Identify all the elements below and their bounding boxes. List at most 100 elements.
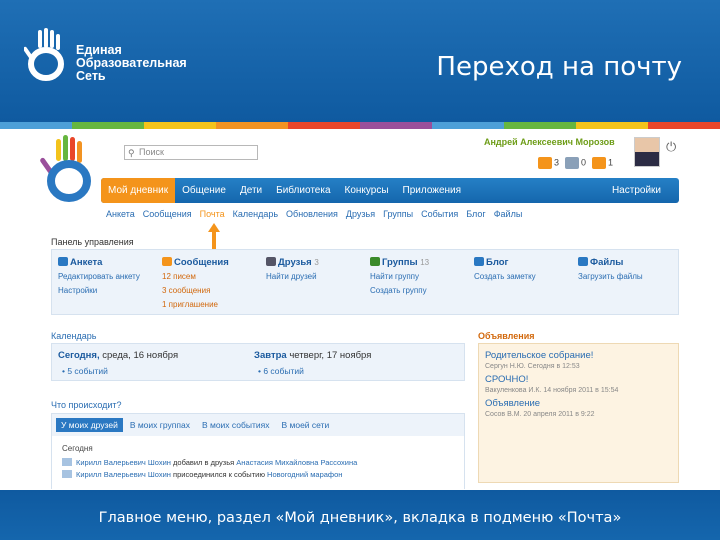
tab-groups-activity[interactable]: В моих группах	[125, 418, 195, 432]
feed-target-link[interactable]: Анастасия Михайловна Рассохина	[236, 458, 357, 467]
hand-logo-icon	[24, 28, 64, 81]
tab-friends-activity[interactable]: У моих друзей	[56, 418, 123, 432]
panel-title: Панель управления	[51, 237, 134, 247]
panel-profile-title[interactable]: Анкета	[70, 257, 102, 268]
feed-action: присоединился к событию	[173, 470, 265, 479]
search-placeholder: Поиск	[139, 147, 164, 157]
today-label[interactable]: Сегодня,	[58, 350, 100, 361]
create-note-link[interactable]: Создать заметку	[474, 270, 568, 284]
upload-files-link[interactable]: Загрузить файлы	[578, 270, 672, 284]
feed-target-link[interactable]: Новогодний марафон	[267, 470, 342, 479]
subnav-groups[interactable]: Группы	[383, 209, 413, 219]
nav-children[interactable]: Дети	[233, 178, 269, 203]
color-strip	[0, 122, 720, 129]
tab-events-activity[interactable]: В моих событиях	[197, 418, 275, 432]
settings-link[interactable]: Настройки	[58, 284, 152, 298]
find-group-link[interactable]: Найти группу	[370, 270, 464, 284]
calendar-tomorrow: Завтра четверг, 17 ноября	[254, 350, 371, 361]
slide-caption: Главное меню, раздел «Мой дневник», вкла…	[98, 510, 622, 526]
notification-counters: 3 0 1	[538, 157, 613, 169]
avatar[interactable]	[634, 137, 660, 167]
nav-contests[interactable]: Конкурсы	[338, 178, 396, 203]
friends-count: 3	[314, 258, 319, 267]
panel-files-title[interactable]: Файлы	[590, 257, 623, 268]
tomorrow-date: четверг, 17 ноября	[289, 350, 372, 361]
search-input[interactable]: ⚲ Поиск	[124, 145, 258, 160]
find-friends-link[interactable]: Найти друзей	[266, 270, 360, 284]
messages-icon	[162, 257, 172, 266]
subnav-blog[interactable]: Блог	[466, 209, 485, 219]
friends-icon	[565, 157, 580, 169]
nav-library[interactable]: Библиотека	[269, 178, 337, 203]
tomorrow-events-link[interactable]: • 6 событий	[258, 366, 304, 376]
ad-meta: Сосов В.М. 20 апреля 2011 в 9:22	[485, 411, 595, 418]
blog-icon	[474, 257, 484, 266]
mail-icon	[538, 157, 552, 169]
feed-title[interactable]: Что происходит?	[51, 400, 122, 410]
messages-link[interactable]: 3 сообщения	[162, 284, 256, 298]
panel-friends-title[interactable]: Друзья	[278, 257, 312, 268]
panel-blog-title[interactable]: Блог	[486, 257, 509, 268]
groups-counter[interactable]: 1	[592, 157, 613, 169]
mail-counter[interactable]: 3	[538, 157, 559, 169]
logout-icon[interactable]: ⏻	[666, 139, 676, 155]
subnav-profile[interactable]: Анкета	[106, 209, 135, 219]
subnav-friends[interactable]: Друзья	[346, 209, 375, 219]
calendar-today: Сегодня, среда, 16 ноября	[58, 350, 178, 361]
subnav-messages[interactable]: Сообщения	[143, 209, 192, 219]
subnav-files[interactable]: Файлы	[494, 209, 523, 219]
nav-communication[interactable]: Общение	[175, 178, 233, 203]
panel-friends: Друзья 3 Найти друзей	[260, 250, 364, 314]
edit-profile-link[interactable]: Редактировать анкету	[58, 270, 152, 284]
friends-icon	[266, 257, 276, 266]
site-screenshot: ⚲ Поиск Андрей Алексеевич Морозов ⏻ 3 0 …	[0, 129, 720, 489]
friends-counter[interactable]: 0	[565, 157, 586, 169]
panel-groups: Группы 13 Найти группу Создать группу	[364, 250, 468, 314]
today-events-link[interactable]: • 5 событий	[62, 366, 108, 376]
create-group-link[interactable]: Создать группу	[370, 284, 464, 298]
tomorrow-label[interactable]: Завтра	[254, 350, 287, 361]
subnav-mail[interactable]: Почта	[200, 209, 225, 219]
panel-messages-title[interactable]: Сообщения	[174, 257, 229, 268]
panel-groups-title[interactable]: Группы	[382, 257, 418, 268]
ad-title[interactable]: Родительское собрание!	[485, 350, 672, 361]
tab-network-activity[interactable]: В моей сети	[276, 418, 334, 432]
calendar-title[interactable]: Календарь	[51, 331, 96, 341]
ad-title[interactable]: Объявление	[485, 398, 672, 409]
subnav-calendar[interactable]: Календарь	[233, 209, 278, 219]
letters-link[interactable]: 12 писем	[162, 270, 256, 284]
ad-item: Родительское собрание! Сергун Н.Ю. Сегод…	[485, 350, 672, 370]
invitations-link[interactable]: 1 приглашение	[162, 298, 256, 312]
nav-my-diary[interactable]: Мой дневник	[101, 178, 176, 203]
subnav-updates[interactable]: Обновления	[286, 209, 338, 219]
ad-meta: Вакуленкова И.К. 14 ноября 2011 в 15:54	[485, 387, 619, 394]
ads-title[interactable]: Объявления	[478, 331, 535, 341]
profile-icon	[58, 257, 68, 266]
panel-profile: Анкета Редактировать анкету Настройки	[52, 250, 156, 314]
nav-apps[interactable]: Приложения	[396, 178, 469, 203]
brand-name: Единая Образовательная Сеть	[76, 43, 187, 83]
ad-item: Объявление Сосов В.М. 20 апреля 2011 в 9…	[485, 398, 672, 418]
user-icon	[62, 470, 72, 478]
nav-settings[interactable]: Настройки	[605, 178, 679, 203]
today-date: среда, 16 ноября	[102, 350, 179, 361]
feed-tabs: У моих друзей В моих группах В моих собы…	[52, 414, 464, 436]
ad-item: СРОЧНО! Вакуленкова И.К. 14 ноября 2011 …	[485, 374, 672, 394]
files-icon	[578, 257, 588, 266]
feed-line: Кирилл Валерьевич Шохин добавил в друзья…	[52, 455, 464, 467]
feed-user-link[interactable]: Кирилл Валерьевич Шохин	[76, 458, 171, 467]
slide-header: Единая Образовательная Сеть Переход на п…	[0, 0, 720, 122]
groups-icon	[370, 257, 380, 266]
groups-icon	[592, 157, 607, 169]
panel-files: Файлы Загрузить файлы	[572, 250, 676, 314]
caption-bar: Главное меню, раздел «Мой дневник», вкла…	[0, 490, 720, 540]
user-icon	[62, 458, 72, 466]
ads-panel: Родительское собрание! Сергун Н.Ю. Сегод…	[478, 343, 679, 483]
user-name-link[interactable]: Андрей Алексеевич Морозов	[484, 137, 615, 147]
site-logo-icon[interactable]	[40, 133, 100, 205]
groups-count: 13	[420, 258, 430, 267]
subnav-events[interactable]: События	[421, 209, 458, 219]
ad-title[interactable]: СРОЧНО!	[485, 374, 672, 385]
main-nav: Мой дневник Общение Дети Библиотека Конк…	[101, 178, 679, 203]
feed-user-link[interactable]: Кирилл Валерьевич Шохин	[76, 470, 171, 479]
